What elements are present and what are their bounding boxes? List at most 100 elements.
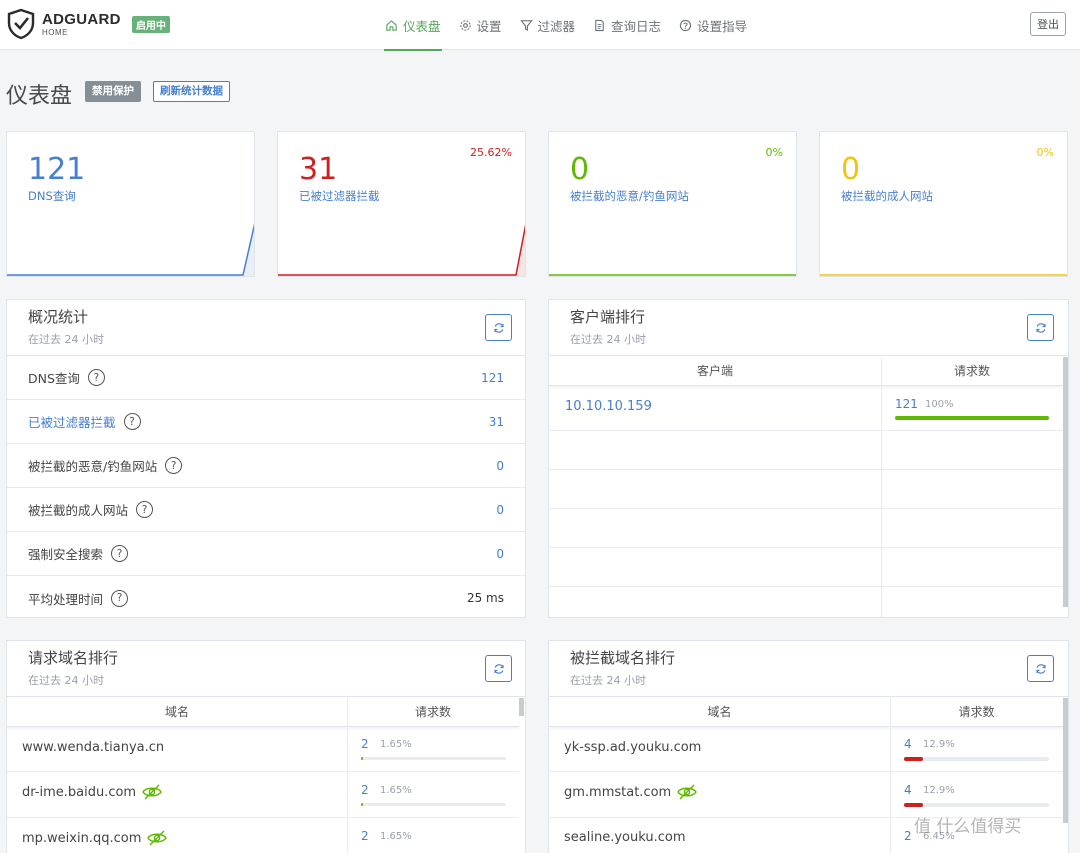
table-row: www.wenda.tianya.cn 2 1.65%	[7, 728, 519, 772]
help-icon[interactable]: ?	[111, 545, 129, 562]
malware-phishing-sparkline	[549, 274, 796, 276]
overview-refresh-button[interactable]	[485, 314, 512, 341]
dns-queries-sparkline	[7, 223, 254, 276]
request-percent: 12.9%	[923, 785, 955, 796]
request-percent: 100%	[925, 399, 954, 410]
main-nav: 仪表盘 设置 过滤器 查询日志 设置指导	[376, 0, 756, 51]
tracker-eye-icon[interactable]	[677, 784, 698, 800]
refresh-icon	[1035, 322, 1046, 333]
request-percent: 12.9%	[923, 739, 955, 750]
clients-scrollbar[interactable]	[1063, 357, 1068, 607]
help-icon[interactable]: ?	[87, 369, 105, 386]
blocked-scrollbar[interactable]	[1063, 698, 1068, 823]
blocked-panel-header: 被拦截域名排行 在过去 24 小时	[549, 641, 1068, 697]
clients-refresh-button[interactable]	[1027, 314, 1054, 341]
queried-scrollbar[interactable]	[519, 698, 524, 716]
blocked-filters-value: 31	[299, 152, 338, 187]
stat-row-avg-time: 平均处理时间? 25 ms	[7, 576, 525, 620]
stat-label-text: 被拦截的成人网站	[28, 503, 129, 518]
nav-settings-label: 设置	[476, 18, 502, 34]
table-row	[549, 548, 1063, 587]
table-row	[549, 587, 1063, 617]
queried-refresh-button[interactable]	[485, 655, 512, 682]
help-icon[interactable]: ?	[111, 589, 129, 607]
column-header-client[interactable]: 客户端	[549, 357, 881, 386]
refresh-stats-button[interactable]: 刷新统计数据	[153, 81, 230, 102]
malware-phishing-value: 0	[570, 152, 590, 187]
request-count: 121	[895, 397, 918, 411]
help-icon[interactable]: ?	[165, 457, 183, 474]
nav-query-log[interactable]: 查询日志	[584, 0, 670, 50]
queried-subtitle: 在过去 24 小时	[28, 674, 104, 687]
document-icon	[595, 19, 604, 31]
nav-filters[interactable]: 过滤器	[511, 0, 585, 50]
refresh-icon	[493, 322, 504, 333]
stat-row-value: 0	[496, 502, 504, 517]
stat-label-text: 强制安全搜索	[28, 547, 104, 562]
blocked-refresh-button[interactable]	[1027, 655, 1054, 682]
column-header-requests[interactable]: 请求数	[347, 698, 519, 727]
domain-name[interactable]: sealine.youku.com	[564, 830, 685, 845]
stat-label-text[interactable]: 已被过滤器拦截	[28, 412, 116, 431]
request-bar	[361, 757, 506, 760]
domain-name[interactable]: dr-ime.baidu.com	[22, 784, 162, 800]
stat-row-blocked-filters: 已被过滤器拦截? 31	[7, 400, 525, 444]
blocked-table-header: 域名 请求数	[549, 698, 1063, 727]
help-icon[interactable]: ?	[123, 413, 141, 430]
blocked-filters-card: 31 已被过滤器拦截 25.62%	[277, 131, 526, 277]
blocked-subtitle: 在过去 24 小时	[570, 674, 646, 687]
stat-row-value: 31	[488, 414, 504, 429]
clients-title: 客户端排行	[570, 308, 646, 326]
stat-row-value: 121	[481, 370, 504, 385]
table-row	[549, 431, 1063, 470]
shield-check-icon	[7, 8, 35, 40]
stat-row-label: 被拦截的恶意/钓鱼网站?	[28, 456, 183, 475]
table-row: dr-ime.baidu.com 2 1.65%	[7, 772, 519, 818]
dns-queries-card: 121 DNS查询	[6, 131, 255, 277]
domain-name[interactable]: gm.mmstat.com	[564, 784, 698, 800]
stat-row-value: 25 ms	[466, 591, 504, 605]
stat-row-label: 强制安全搜索?	[28, 544, 129, 563]
stat-row-safe-search: 强制安全搜索? 0	[7, 532, 525, 576]
nav-dashboard[interactable]: 仪表盘	[376, 0, 450, 51]
clients-table-header: 客户端 请求数	[549, 357, 1063, 386]
nav-setup-guide[interactable]: 设置指导	[670, 0, 756, 50]
nav-setup-guide-label: 设置指导	[697, 18, 748, 34]
request-count: 2	[361, 783, 369, 797]
queried-panel-header: 请求域名排行 在过去 24 小时	[7, 641, 525, 697]
help-icon[interactable]: ?	[136, 501, 154, 518]
client-ip[interactable]: 10.10.10.159	[565, 399, 652, 414]
adult-sites-card: 0 被拦截的成人网站 0%	[819, 131, 1068, 277]
top-navbar: ADGUARD HOME 启用中 仪表盘 设置 过滤器 查询日志 设置指导 登出	[0, 0, 1080, 51]
clients-panel-header: 客户端排行 在过去 24 小时	[549, 300, 1068, 356]
domain-name[interactable]: www.wenda.tianya.cn	[22, 740, 164, 755]
nav-settings[interactable]: 设置	[450, 0, 511, 50]
stat-label-text: 被拦截的恶意/钓鱼网站	[28, 459, 158, 474]
column-header-requests[interactable]: 请求数	[890, 698, 1063, 727]
column-header-domain[interactable]: 域名	[7, 698, 347, 727]
disable-protection-button[interactable]: 禁用保护	[85, 81, 141, 102]
malware-phishing-percent: 0%	[765, 146, 783, 159]
request-count: 2	[904, 829, 912, 843]
logout-button[interactable]: 登出	[1030, 12, 1066, 36]
stat-label-text: 平均处理时间	[28, 591, 104, 607]
queried-title: 请求域名排行	[28, 649, 119, 667]
domain-name[interactable]: mp.weixin.qq.com	[22, 830, 168, 846]
domain-name[interactable]: yk-ssp.ad.youku.com	[564, 740, 701, 755]
nav-filters-label: 过滤器	[537, 18, 576, 34]
request-count: 4	[904, 737, 912, 751]
column-header-requests[interactable]: 请求数	[881, 357, 1063, 386]
adguard-logo[interactable]: ADGUARD HOME	[6, 8, 121, 40]
domain-text: dr-ime.baidu.com	[22, 784, 137, 800]
request-count: 2	[361, 737, 369, 751]
request-bar	[904, 803, 1049, 807]
tracker-eye-icon[interactable]	[142, 784, 162, 800]
top-clients-panel: 客户端排行 在过去 24 小时 客户端 请求数 10.10.10.159 121…	[548, 299, 1069, 618]
site-watermark: 值 什么值得买	[914, 817, 1022, 837]
column-header-domain[interactable]: 域名	[549, 698, 890, 727]
stat-label-text: DNS查询	[28, 371, 80, 386]
dns-queries-label: DNS查询	[28, 189, 76, 203]
tracker-eye-icon[interactable]	[147, 830, 168, 846]
malware-phishing-card: 0 被拦截的恶意/钓鱼网站 0%	[548, 131, 797, 277]
overview-subtitle: 在过去 24 小时	[28, 333, 104, 346]
